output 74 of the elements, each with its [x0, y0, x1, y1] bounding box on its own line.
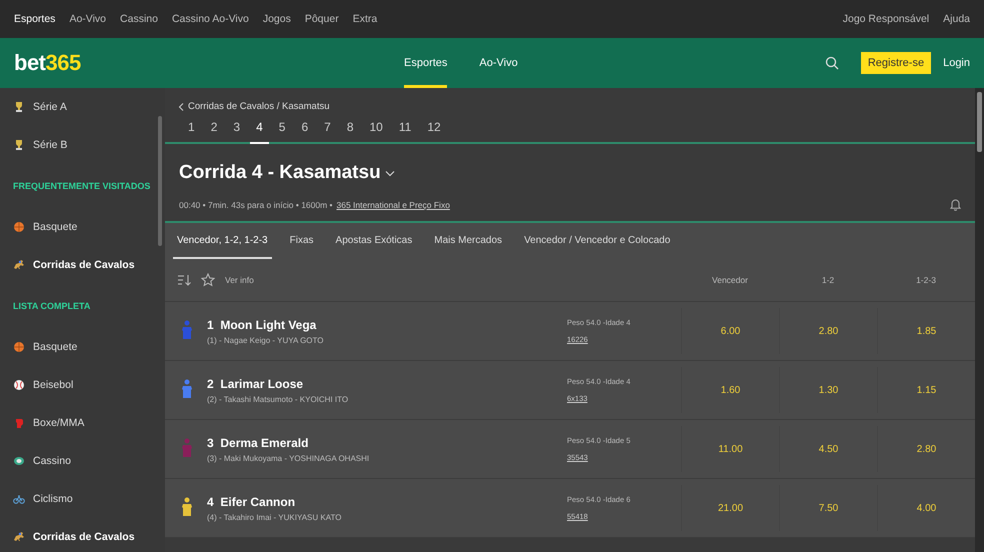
horse-icon [13, 259, 25, 271]
sidebar-item[interactable]: Série B [0, 126, 165, 164]
logo[interactable]: bet365 [14, 50, 404, 76]
star-icon[interactable] [201, 273, 215, 287]
top-nav-link[interactable]: Jogos [262, 13, 291, 25]
chevron-down-icon[interactable] [384, 170, 395, 176]
runner-details: (1) - Nagae Keigo - YUYA GOTO [207, 336, 324, 344]
race-tab[interactable]: 4 [250, 120, 269, 144]
back-icon[interactable] [178, 102, 184, 110]
market-tab[interactable]: Apostas Exóticas [332, 223, 416, 259]
race-tab[interactable]: 1 [182, 120, 201, 144]
race-tab[interactable]: 12 [421, 120, 447, 144]
top-nav-link[interactable]: Ajuda [943, 13, 970, 25]
basketball-icon [13, 221, 25, 233]
race-tab[interactable]: 6 [295, 120, 314, 144]
breadcrumb[interactable]: Corridas de Cavalos / Kasamatsu [188, 101, 330, 112]
column-header: 1-2 [820, 275, 836, 285]
register-button[interactable]: Registre-se [860, 52, 932, 74]
sidebar-item[interactable]: Boxe/MMA [0, 404, 165, 442]
top-nav-link[interactable]: Cassino Ao-Vivo [172, 13, 249, 25]
race-tab[interactable]: 2 [204, 120, 224, 144]
top-nav-link[interactable]: Pôquer [304, 13, 339, 25]
top-nav-link[interactable]: Cassino [120, 13, 158, 25]
scrollbar[interactable] [158, 116, 162, 246]
race-tab[interactable]: 8 [340, 120, 360, 144]
race-tab[interactable]: 10 [364, 120, 389, 144]
top-nav-link[interactable]: Ao-Vivo [69, 13, 106, 25]
sidebar-item[interactable]: Beisebol [0, 366, 165, 404]
column-header: 1-2-3 [915, 275, 937, 285]
sort-icon[interactable] [177, 273, 191, 287]
sidebar-item[interactable]: Corridas de Cavalos [0, 246, 165, 284]
sidebar-item[interactable]: Basquete [0, 328, 165, 366]
race-tab[interactable]: 7 [318, 120, 337, 144]
runner-details: (3) - Maki Mukoyama - YOSHINAGA OHASHI [207, 454, 370, 462]
race-title: Corrida 4 - Kasamatsu [179, 162, 381, 184]
bicycle-icon [13, 493, 25, 505]
column-header: Vencedor [711, 275, 749, 285]
race-tab[interactable]: 3 [227, 120, 246, 144]
header-tab[interactable]: Ao-Vivo [479, 38, 518, 88]
top-nav-link[interactable]: Jogo Responsável [842, 13, 930, 25]
sidebar-heading: LISTA COMPLETA [12, 300, 92, 313]
sidebar-item[interactable]: Série A [0, 88, 165, 126]
sidebar-item[interactable]: Cassino [0, 442, 165, 480]
market-tab[interactable]: Mais Mercados [430, 223, 506, 259]
info-link[interactable]: Ver info [225, 275, 681, 285]
sidebar-item[interactable]: Ciclismo [0, 480, 165, 518]
trophy-icon [13, 101, 25, 113]
sidebar-heading: FREQUENTEMENTE VISITADOS [12, 180, 152, 193]
market-tab[interactable]: Fixas [286, 223, 318, 259]
runner-details: (2) - Takashi Matsumoto - KYOICHI ITO [207, 394, 350, 404]
race-info: 00:40 • 7min. 43s para o início • 1600m • [179, 200, 333, 210]
sidebar-item[interactable]: Corridas de Cavalos [0, 518, 165, 552]
horse-icon [13, 531, 25, 543]
trophy-icon [13, 139, 25, 151]
scrollbar[interactable] [977, 92, 982, 152]
sidebar-item[interactable]: Basquete [0, 208, 165, 246]
top-nav-link[interactable]: Esportes [14, 13, 56, 25]
horse-name: 2 Larimar Loose [207, 376, 304, 390]
race-tab[interactable]: 5 [272, 120, 292, 144]
race-link[interactable]: 365 International e Preço Fixo [336, 200, 450, 210]
runner-details: (4) - Takahiro Imai - YUKIYASU KATO [207, 512, 342, 522]
horse-name: 3 Derma Emerald [207, 436, 310, 450]
baseball-icon [13, 379, 25, 391]
basketball-icon [13, 341, 25, 353]
horse-name: 4 Eifer Cannon [207, 494, 296, 508]
bell-icon[interactable] [950, 198, 961, 211]
horse-name: 1 Moon Light Vega [207, 318, 318, 332]
chip-icon [13, 455, 25, 467]
top-nav-link[interactable]: Extra [352, 13, 378, 25]
boxing-glove-icon [13, 417, 25, 429]
race-tab[interactable]: 11 [392, 120, 418, 144]
search-icon[interactable] [824, 56, 839, 70]
login-link[interactable]: Login [943, 57, 970, 69]
market-tab[interactable]: Vencedor / Vencedor e Colocado [520, 223, 674, 259]
